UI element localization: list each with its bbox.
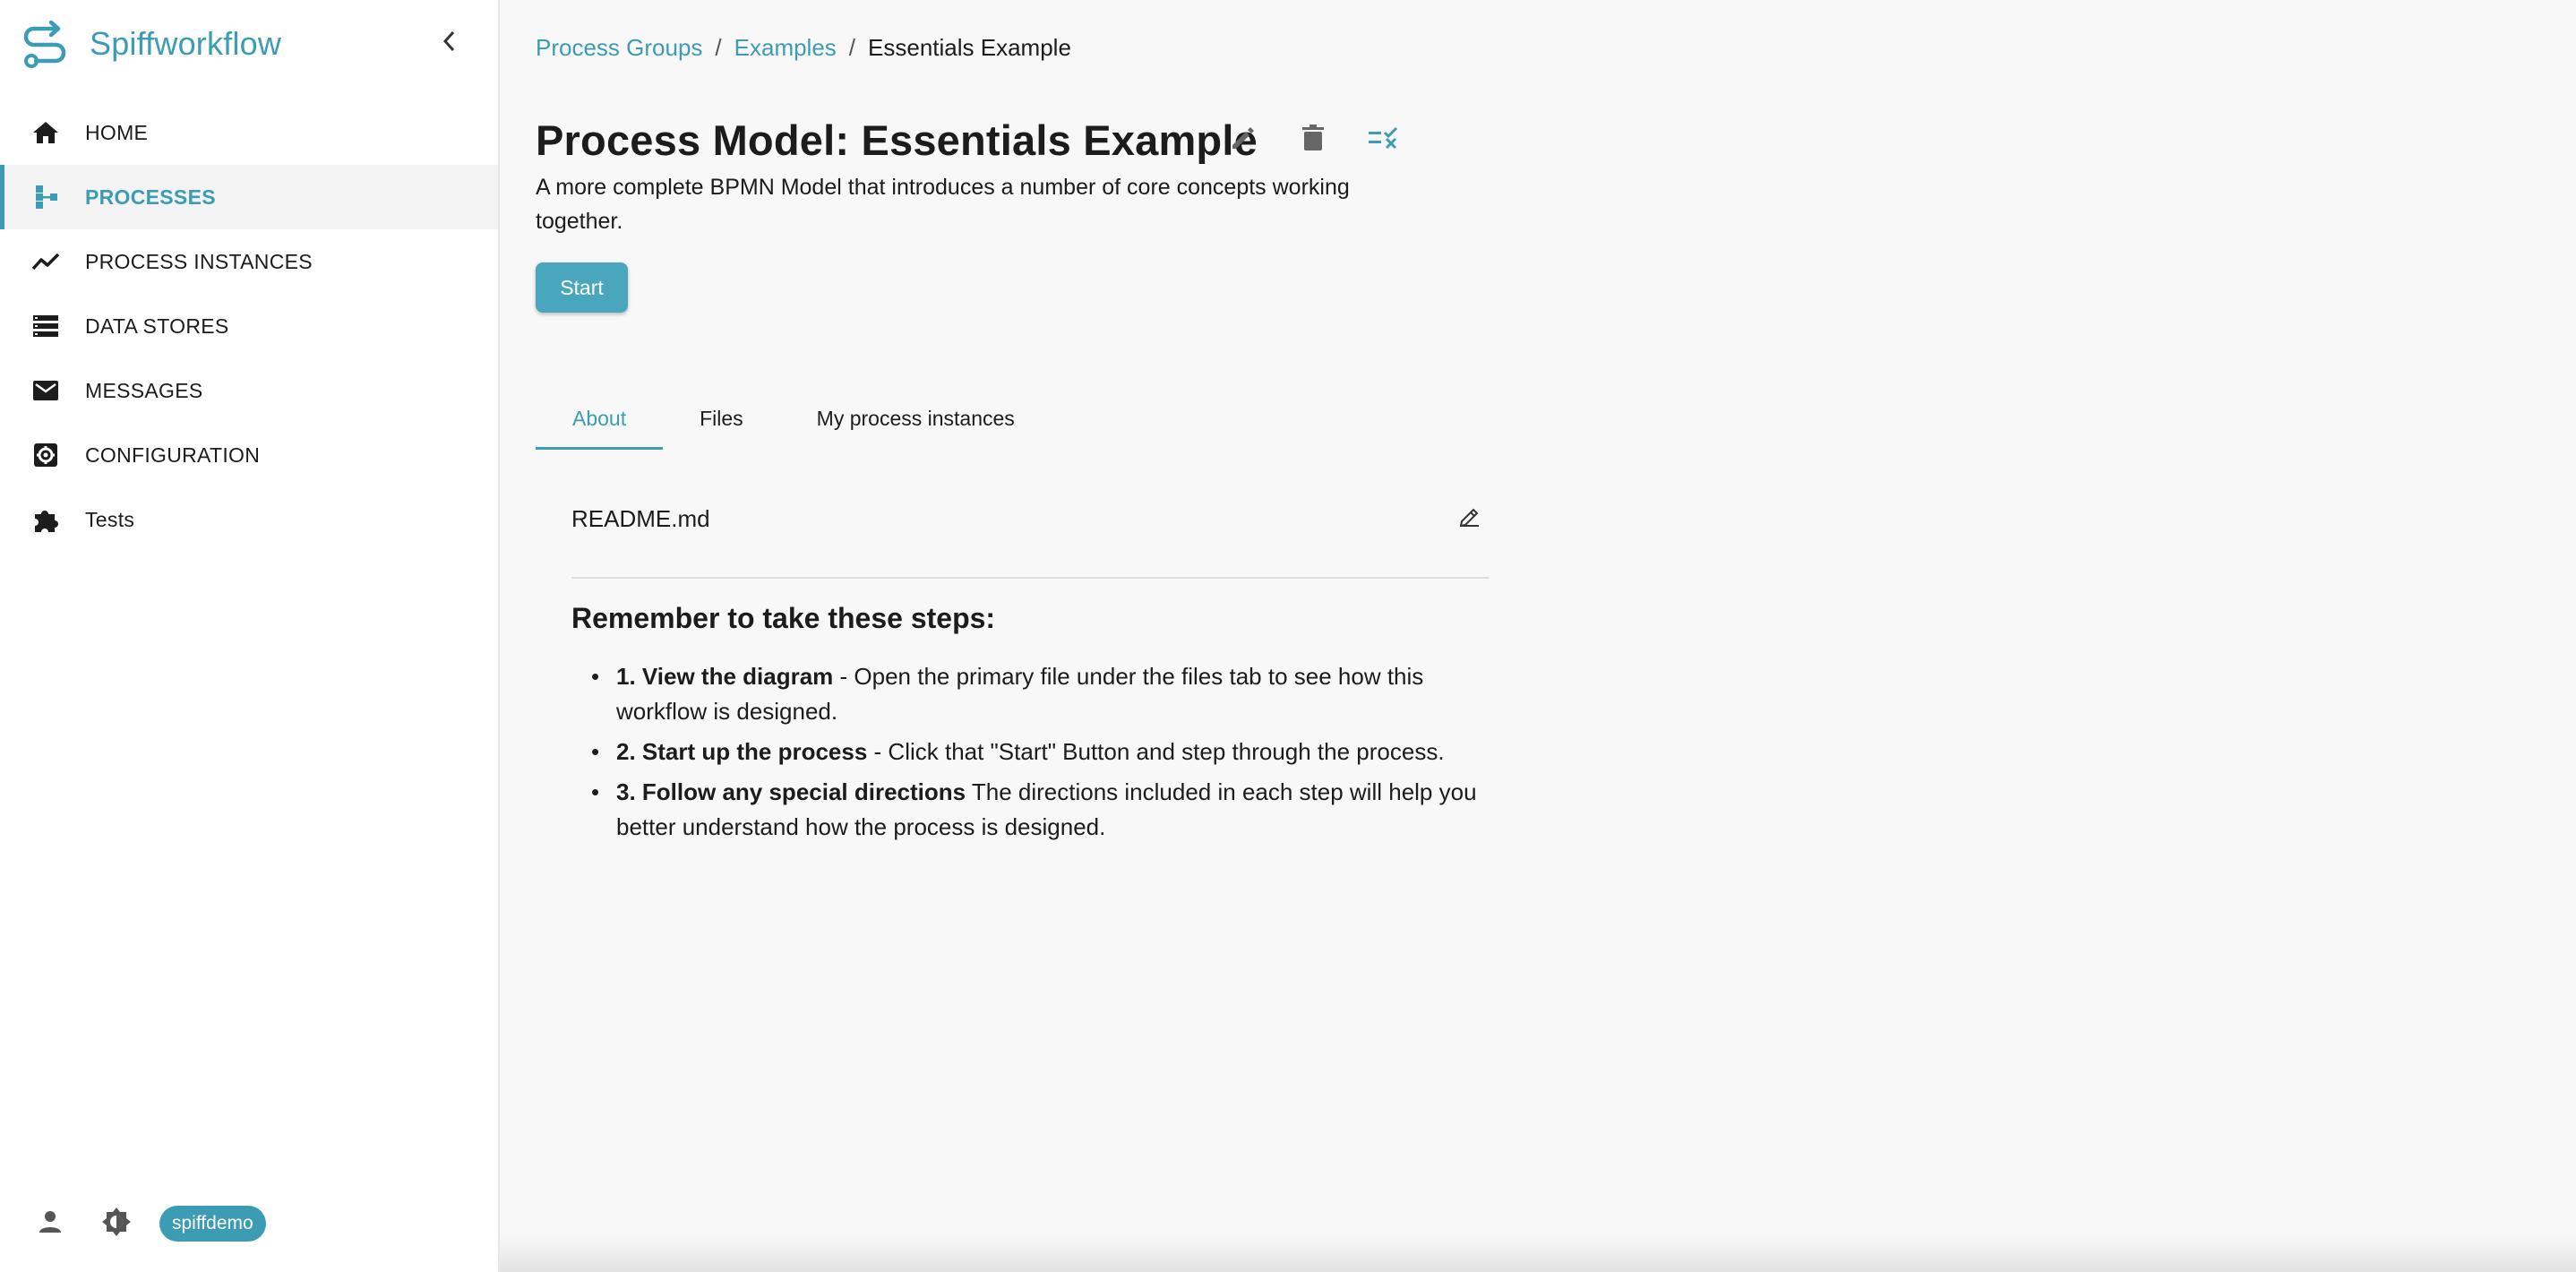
- pencil-outline-icon: [1458, 505, 1481, 533]
- puzzle-icon: [30, 503, 62, 536]
- sidebar-footer: spiffdemo: [32, 1204, 266, 1243]
- sidebar-item-label: MESSAGES: [85, 378, 203, 402]
- sidebar-item-label: DATA STORES: [85, 314, 229, 338]
- sidebar-item-data-stores[interactable]: DATA STORES: [0, 294, 498, 358]
- page-title: Process Model: Essentials Example: [536, 116, 1258, 164]
- theme-toggle-button[interactable]: [99, 1206, 134, 1242]
- title-row: Process Model: Essentials Example: [536, 111, 1398, 168]
- list-item: 3. Follow any special directions The dir…: [571, 775, 1503, 845]
- app-root: Spiffworkflow HOME PROCESSES PROCESS INS…: [0, 0, 2576, 1272]
- sidebar-item-label: Tests: [85, 507, 135, 531]
- settings-icon: [30, 439, 62, 471]
- storage-icon: [30, 310, 62, 342]
- edit-process-model-button[interactable]: [1225, 122, 1261, 158]
- readme-filename: README.md: [571, 505, 710, 532]
- list-item: 1. View the diagram - Open the primary f…: [571, 659, 1503, 729]
- start-button[interactable]: Start: [536, 262, 628, 313]
- chevron-left-icon: [441, 29, 457, 58]
- breadcrumb: Process Groups / Examples / Essentials E…: [536, 34, 1071, 62]
- step-title: 1. View the diagram: [616, 663, 834, 690]
- sidebar: Spiffworkflow HOME PROCESSES PROCESS INS…: [0, 0, 500, 1272]
- user-profile-button[interactable]: [32, 1206, 68, 1242]
- tab-list: About Files My process instances: [536, 387, 1052, 450]
- checklist-icon: [1367, 125, 1399, 156]
- username-badge[interactable]: spiffdemo: [159, 1206, 266, 1242]
- sidebar-item-messages[interactable]: MESSAGES: [0, 358, 498, 423]
- sidebar-item-label: PROCESS INSTANCES: [85, 249, 313, 273]
- brand[interactable]: Spiffworkflow: [21, 18, 281, 72]
- breadcrumb-examples[interactable]: Examples: [734, 34, 837, 62]
- step-title: 2. Start up the process: [616, 738, 868, 765]
- main-content: Process Groups / Examples / Essentials E…: [536, 0, 2542, 1272]
- sidebar-nav: HOME PROCESSES PROCESS INSTANCES DATA ST…: [0, 100, 498, 552]
- breadcrumb-current: Essentials Example: [868, 34, 1071, 61]
- title-actions: [1225, 122, 1435, 158]
- step-title: 3. Follow any special directions: [616, 778, 966, 805]
- sidebar-item-processes[interactable]: PROCESSES: [0, 165, 498, 229]
- breadcrumb-process-groups[interactable]: Process Groups: [536, 34, 702, 62]
- home-icon: [30, 116, 62, 149]
- tab-my-process-instances[interactable]: My process instances: [780, 387, 1052, 450]
- bottom-shadow: [500, 1236, 2576, 1272]
- sidebar-item-label: HOME: [85, 120, 149, 144]
- spiffworkflow-logo-icon: [21, 18, 70, 72]
- mail-icon: [30, 374, 62, 407]
- sidebar-item-process-instances[interactable]: PROCESS INSTANCES: [0, 229, 498, 294]
- breadcrumb-separator: /: [848, 34, 856, 61]
- sidebar-item-configuration[interactable]: CONFIGURATION: [0, 423, 498, 487]
- person-icon: [37, 1208, 64, 1240]
- run-tests-button[interactable]: [1365, 122, 1401, 158]
- app-name: Spiffworkflow: [90, 25, 282, 62]
- readme-header: README.md: [571, 498, 1489, 579]
- edit-readme-button[interactable]: [1455, 503, 1485, 534]
- sidebar-item-tests[interactable]: Tests: [0, 487, 498, 552]
- trend-line-icon: [30, 245, 62, 278]
- delete-process-model-button[interactable]: [1295, 122, 1331, 158]
- readme-heading: Remember to take these steps:: [571, 602, 996, 634]
- sidebar-item-label: PROCESSES: [85, 185, 216, 209]
- process-tree-icon: [30, 181, 62, 213]
- breadcrumb-separator: /: [715, 34, 722, 61]
- tab-files[interactable]: Files: [663, 387, 780, 450]
- delete-icon: [1301, 124, 1325, 157]
- step-text: - Click that "Start" Button and step thr…: [867, 738, 1445, 765]
- sidebar-item-home[interactable]: HOME: [0, 100, 498, 165]
- sidebar-item-label: CONFIGURATION: [85, 443, 261, 467]
- readme-steps-list: 1. View the diagram - Open the primary f…: [571, 659, 1503, 850]
- collapse-sidebar-button[interactable]: [435, 27, 462, 59]
- brightness-icon: [100, 1206, 133, 1242]
- tab-about[interactable]: About: [536, 387, 664, 450]
- edit-icon: [1229, 124, 1258, 157]
- process-model-description: A more complete BPMN Model that introduc…: [536, 175, 1350, 234]
- list-item: 2. Start up the process - Click that "St…: [571, 735, 1503, 769]
